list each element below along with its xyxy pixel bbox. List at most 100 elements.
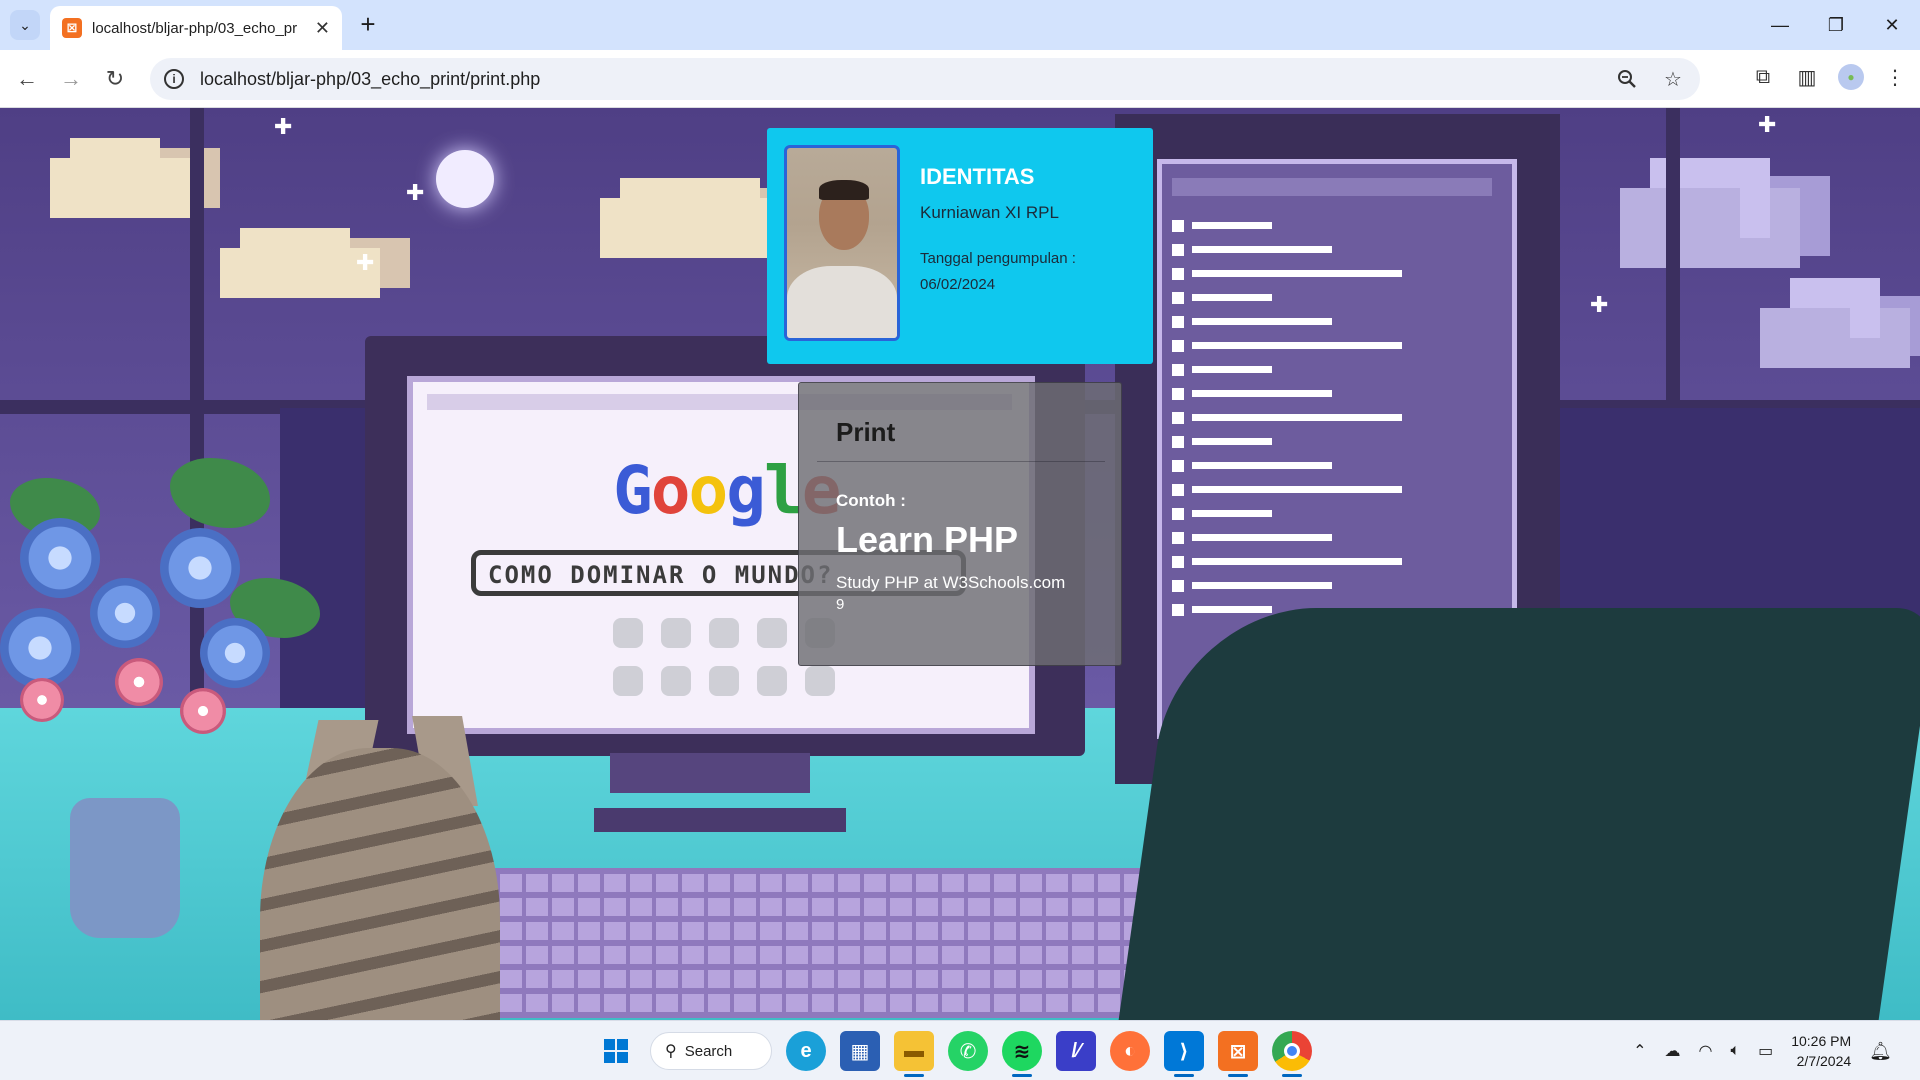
file-explorer-icon[interactable]: ▬ — [894, 1031, 934, 1077]
code-bullet — [1172, 412, 1184, 424]
background-cloud — [50, 158, 140, 218]
window-controls: — ❐ ✕ — [1752, 0, 1920, 50]
bookmark-star-icon[interactable]: ☆ — [1660, 66, 1686, 92]
code-bullet — [1172, 268, 1184, 280]
code-line — [1192, 534, 1332, 541]
site-info-icon[interactable]: i — [164, 69, 184, 89]
editor-icon[interactable]: /⁄ — [1056, 1031, 1096, 1071]
spotify-icon[interactable]: ≋ — [1002, 1031, 1042, 1077]
store-icon[interactable]: ▦ — [840, 1031, 880, 1071]
print-divider — [817, 461, 1105, 462]
code-line — [1192, 342, 1402, 349]
code-bullet — [1172, 292, 1184, 304]
tab-close-button[interactable]: ✕ — [315, 18, 330, 39]
forward-arrow-icon: → — [60, 66, 82, 91]
code-bullet — [1172, 364, 1184, 376]
code-bullet — [1172, 316, 1184, 328]
chevron-down-icon: ⌄ — [19, 16, 31, 33]
star-icon: ✚ — [274, 114, 293, 139]
xampp-icon[interactable]: ⊠ — [1218, 1031, 1258, 1077]
reload-button[interactable]: ↻ — [100, 64, 130, 94]
menu-kebab-icon[interactable]: ⋮ — [1882, 64, 1908, 90]
firefox-icon[interactable]: ◐ — [1110, 1031, 1150, 1071]
tab-search-button[interactable]: ⌄ — [10, 10, 40, 40]
learn-php-heading: Learn PHP — [836, 519, 1019, 560]
edge-icon[interactable]: e — [786, 1031, 826, 1071]
monitor-dot — [661, 666, 691, 696]
tab-bar: ⌄ ⊠ localhost/bljar-php/03_echo_pr ✕ + —… — [0, 0, 1920, 50]
student-name: Kurniawan XI RPL — [920, 203, 1059, 222]
code-bullet — [1172, 340, 1184, 352]
new-tab-button[interactable]: + — [352, 9, 384, 41]
active-tab[interactable]: ⊠ localhost/bljar-php/03_echo_pr ✕ — [50, 6, 342, 50]
submission-date: 06/02/2024 — [920, 276, 996, 293]
back-arrow-icon: ← — [16, 66, 38, 91]
submission-date-label: Tanggal pengumpulan : — [920, 250, 1076, 267]
profile-photo — [784, 145, 900, 341]
blue-flower-art — [0, 608, 80, 688]
moon-art — [436, 150, 494, 208]
print-title: Print — [836, 417, 896, 447]
star-icon: ✚ — [1590, 292, 1609, 317]
code-bullet — [1172, 508, 1184, 520]
identitas-card: IDENTITAS Kurniawan XI RPL Tanggal pengu… — [767, 128, 1153, 364]
print-card: Print Contoh : Learn PHP Study PHP at W3… — [798, 382, 1122, 666]
identitas-title: IDENTITAS — [920, 164, 1035, 189]
restore-button[interactable]: ❐ — [1808, 0, 1864, 50]
windows-start-icon[interactable] — [596, 1031, 636, 1071]
volume-icon[interactable]: 🔈︎ — [1730, 1042, 1740, 1060]
monitor-dot — [661, 618, 691, 648]
taskbar-apps: ⚲ Search e ▦ ▬ ✆ ≋ /⁄ ◐ ⟩ ⊠ — [596, 1029, 1312, 1077]
code-line — [1192, 582, 1332, 589]
chrome-icon[interactable] — [1272, 1031, 1312, 1077]
code-bullet — [1172, 388, 1184, 400]
monitor-dot — [757, 666, 787, 696]
star-icon: ✚ — [406, 180, 425, 205]
clock-date: 2/7/2024 — [1796, 1053, 1852, 1069]
pink-flower-art — [20, 678, 64, 722]
cloud-icon[interactable]: ☁ — [1665, 1041, 1681, 1061]
url-text[interactable]: localhost/bljar-php/03_echo_print/print.… — [200, 69, 540, 90]
forward-button[interactable]: → — [56, 64, 86, 94]
blue-flower-art — [90, 578, 160, 648]
code-line — [1192, 318, 1332, 325]
code-bullet — [1172, 436, 1184, 448]
taskbar-search[interactable]: ⚲ Search — [650, 1032, 772, 1070]
code-line — [1192, 246, 1332, 253]
clock[interactable]: 10:26 PM 2/7/2024 — [1791, 1031, 1851, 1071]
notification-bell-icon[interactable]: 🔔︎ — [1869, 1041, 1892, 1062]
side-panel-icon[interactable]: ▥ — [1794, 64, 1820, 90]
leaf-art — [170, 458, 270, 528]
xampp-icon: ⊠ — [62, 18, 82, 38]
chevron-up-icon[interactable]: ⌃ — [1633, 1041, 1646, 1061]
monitor-dot — [757, 618, 787, 648]
code-line — [1192, 270, 1402, 277]
code-line — [1192, 366, 1272, 373]
monitor-search-text: COMO DOMINAR O MUNDO? — [488, 561, 834, 589]
close-window-button[interactable]: ✕ — [1864, 0, 1920, 50]
battery-icon[interactable]: ▭ — [1758, 1041, 1773, 1061]
study-text: Study PHP at W3Schools.com — [836, 573, 1066, 592]
plant-art — [0, 458, 330, 734]
minimize-button[interactable]: — — [1752, 0, 1808, 50]
zoom-icon[interactable] — [1614, 66, 1640, 92]
code-line — [1192, 294, 1272, 301]
code-bullet — [1172, 484, 1184, 496]
profile-avatar[interactable]: ● — [1838, 64, 1864, 90]
code-bullet — [1172, 460, 1184, 472]
background-cloud — [1760, 308, 1850, 368]
code-bullet — [1172, 580, 1184, 592]
wifi-icon[interactable]: ◠ — [1699, 1041, 1713, 1061]
back-button[interactable]: ← — [12, 64, 42, 94]
address-bar[interactable]: i localhost/bljar-php/03_echo_print/prin… — [150, 58, 1700, 100]
extensions-icon[interactable]: ⧉ — [1750, 64, 1776, 90]
code-line — [1192, 222, 1272, 229]
vscode-icon[interactable]: ⟩ — [1164, 1031, 1204, 1077]
chair-art — [1103, 608, 1920, 1020]
code-line — [1192, 558, 1402, 565]
whatsapp-icon[interactable]: ✆ — [948, 1031, 988, 1071]
omnibox-actions: ☆ — [1614, 66, 1686, 92]
code-line — [1192, 462, 1332, 469]
search-icon: ⚲ — [665, 1043, 677, 1060]
pink-flower-art — [180, 688, 226, 734]
